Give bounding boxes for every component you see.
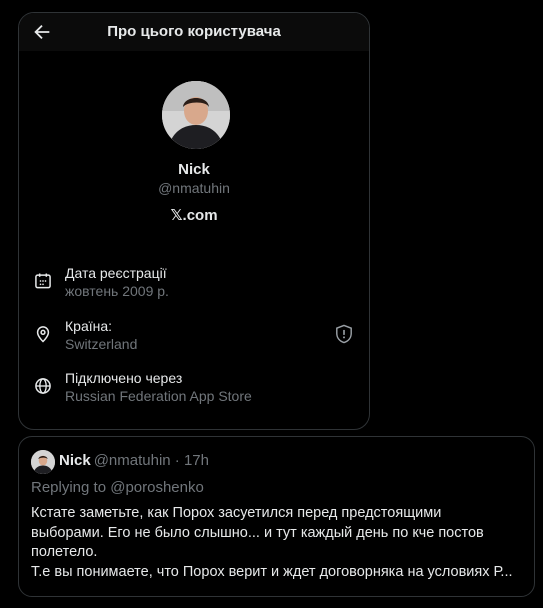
replying-to[interactable]: Replying to @poroshenko	[31, 479, 204, 496]
location-pin-icon	[36, 326, 50, 343]
info-row-country: Країна: Switzerland	[33, 318, 353, 362]
tweet-author-name[interactable]: Nick	[59, 452, 91, 469]
info-row-connected-via: Підключено через Russian Federation App …	[33, 370, 353, 414]
avatar[interactable]	[31, 450, 55, 474]
about-user-card: Про цього користувача Nick @nmatuhin 𝕏.c…	[18, 12, 370, 430]
page-title: Про цього користувача	[107, 23, 281, 40]
tweet-text-line: выборами. Его не было слышно... и тут ка…	[31, 524, 484, 541]
tweet-text-line: Т.е вы понимаете, что Порох верит и ждет…	[31, 563, 513, 580]
avatar-photo	[31, 450, 55, 474]
tweet-text: Кстате заметьте, как Порох засуетился пе…	[31, 504, 524, 582]
tweet-text-line: полетело.	[31, 544, 98, 560]
profile-name: Nick	[178, 161, 210, 178]
card-header: Про цього користувача	[19, 13, 369, 51]
site-link[interactable]: 𝕏.com	[19, 206, 369, 224]
avatar-photo	[162, 81, 230, 149]
info-value: Switzerland	[65, 336, 138, 352]
shield-alert-icon[interactable]	[335, 324, 353, 344]
tweet-card[interactable]: Nick @nmatuhin · 17h Replying to @poroshe…	[18, 436, 535, 597]
globe-icon	[35, 378, 51, 394]
info-value: жовтень 2009 р.	[65, 283, 169, 299]
tweet-text-line: Кстате заметьте, как Порох засуетился пе…	[31, 505, 442, 521]
info-label: Підключено через	[65, 370, 183, 386]
info-label: Країна:	[65, 318, 113, 334]
info-label: Дата реєстрації	[65, 265, 167, 281]
avatar[interactable]	[162, 81, 230, 149]
info-row-registration: Дата реєстрації жовтень 2009 р.	[33, 265, 353, 309]
calendar-icon	[35, 273, 51, 289]
tweet-handle-time: @nmatuhin · 17h	[93, 452, 209, 469]
info-value: Russian Federation App Store	[65, 388, 252, 404]
tweet-header: Nick @nmatuhin · 17h	[59, 452, 209, 469]
profile-handle: @nmatuhin	[158, 180, 230, 196]
